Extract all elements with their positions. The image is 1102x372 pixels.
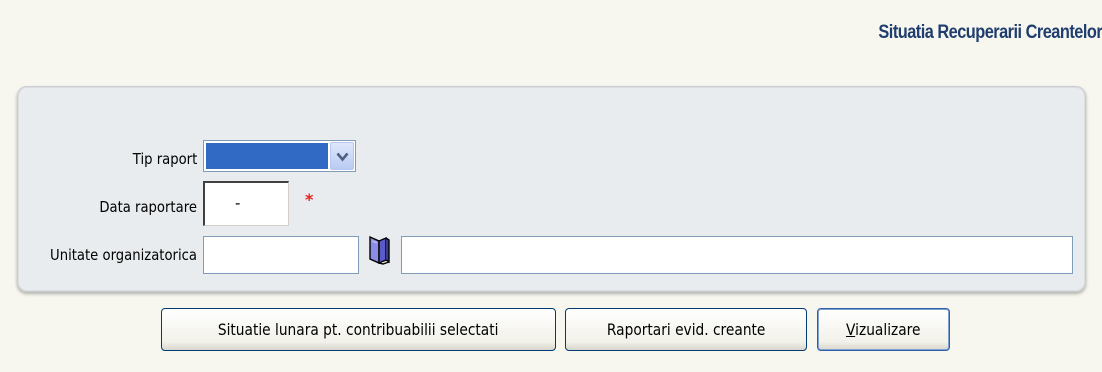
vizualizare-button[interactable]: Vizualizare <box>817 308 950 351</box>
unitate-organizatorica-code-input[interactable] <box>203 236 359 274</box>
unitate-organizatorica-label: Unitate organizatorica <box>50 246 197 264</box>
tip-raport-select[interactable] <box>203 140 356 172</box>
unitate-organizatorica-name-input[interactable] <box>401 236 1073 274</box>
page-background: Situatia Recuperarii Creantelor Tip rapo… <box>0 0 1102 372</box>
page-title: Situatia Recuperarii Creantelor <box>878 22 1102 43</box>
tip-raport-label: Tip raport <box>132 150 197 168</box>
vizualizare-accesskey: V <box>846 320 856 339</box>
situatie-lunara-button[interactable]: Situatie lunara pt. contribuabilii selec… <box>161 308 556 351</box>
data-raportare-input[interactable]: - <box>203 181 289 226</box>
tip-raport-selected-value <box>206 143 328 169</box>
data-raportare-value: - <box>235 194 241 212</box>
vizualizare-button-label: Vizualizare <box>846 309 920 350</box>
raportari-evid-creante-button-label: Raportari evid. creante <box>606 320 766 339</box>
required-marker: * <box>305 190 314 209</box>
vizualizare-label-rest: izualizare <box>855 320 921 339</box>
chevron-down-icon[interactable] <box>330 142 354 170</box>
book-icon[interactable] <box>367 235 393 265</box>
data-raportare-label: Data raportare <box>99 198 197 216</box>
situatie-lunara-button-label: Situatie lunara pt. contribuabilii selec… <box>218 320 499 339</box>
raportari-evid-creante-button[interactable]: Raportari evid. creante <box>565 308 807 351</box>
